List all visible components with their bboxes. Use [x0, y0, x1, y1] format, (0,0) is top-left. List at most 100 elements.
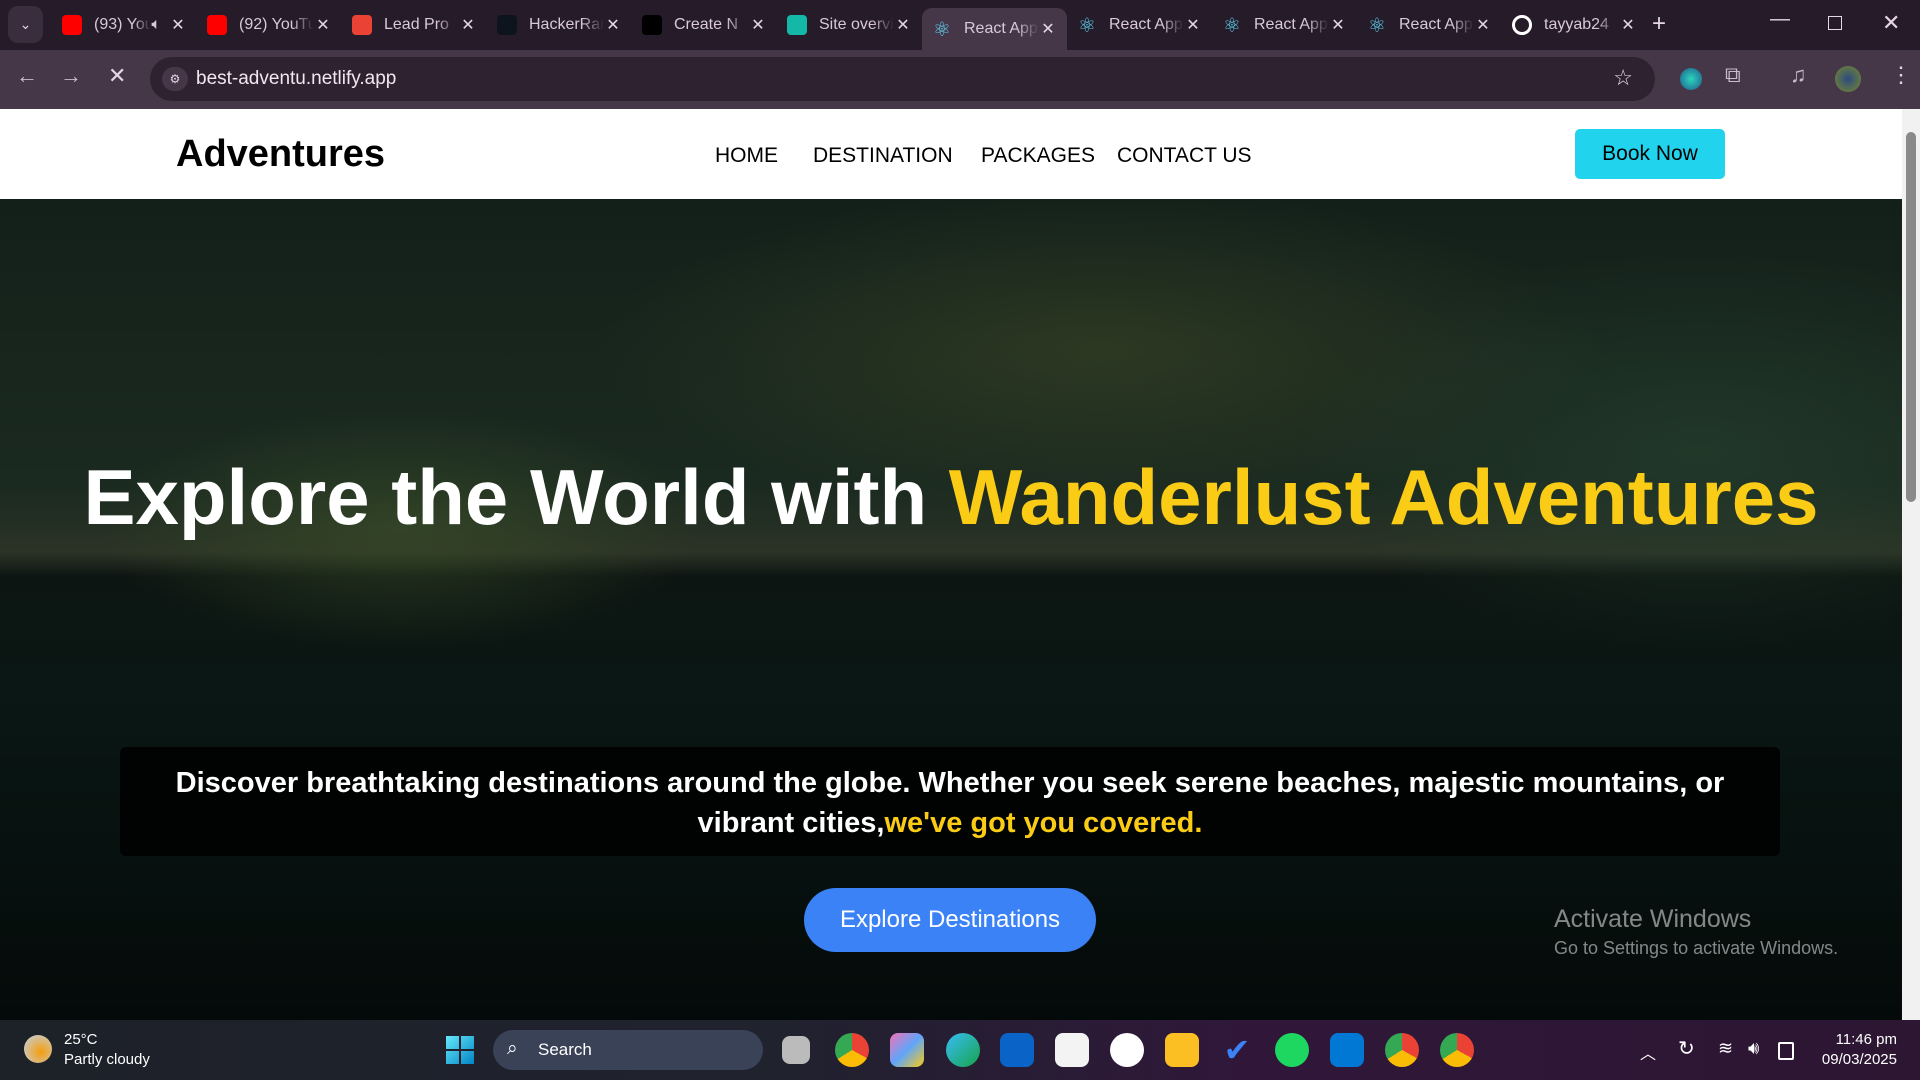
back-button[interactable]: ←	[16, 63, 38, 89]
new-tab-button[interactable]: +	[1652, 10, 1666, 38]
close-tab-icon[interactable]: ✕	[1184, 15, 1202, 35]
weather-temp: 25°C	[64, 1031, 98, 1048]
close-tab-icon[interactable]: ✕	[1329, 15, 1347, 35]
audio-playing-icon[interactable]: 🔈︎	[151, 16, 161, 34]
close-window-button[interactable]: ✕	[1882, 10, 1900, 36]
stop-loading-button[interactable]: ✕	[108, 63, 126, 89]
vscode-icon[interactable]	[1330, 1033, 1364, 1067]
react-icon: ⚛	[1223, 14, 1241, 37]
address-bar[interactable]: ⚙ best-adventu.netlify.app ☆	[150, 57, 1655, 101]
hero-headline: Explore the World with Wanderlust Advent…	[0, 458, 1902, 536]
password-app-icon[interactable]	[1110, 1033, 1144, 1067]
show-hidden-icons[interactable]: ︿	[1640, 1040, 1656, 1064]
activate-windows-watermark: Activate Windows Go to Settings to activ…	[1554, 905, 1838, 959]
restore-button[interactable]	[1828, 16, 1842, 30]
spotify-icon[interactable]	[1275, 1033, 1309, 1067]
tab-5[interactable]: Site overview✕	[777, 8, 922, 42]
site-logo[interactable]: Adventures	[176, 133, 385, 176]
tab-8[interactable]: ⚛ React App ✕	[1212, 8, 1357, 42]
headline-white: Explore the World with	[83, 453, 949, 541]
tab-3[interactable]: HackerRank✕	[487, 8, 632, 42]
youtube-icon	[207, 15, 227, 35]
headline-yellow: Wanderlust Adventures	[948, 453, 1819, 541]
forward-button[interactable]: →	[60, 63, 82, 89]
browser-menu-icon[interactable]: ⋮	[1890, 62, 1912, 88]
copilot-icon[interactable]	[890, 1033, 924, 1067]
tab-label: React App	[1399, 16, 1473, 33]
weather-icon[interactable]	[24, 1035, 52, 1063]
chrome-taskbar-icon[interactable]	[835, 1033, 869, 1067]
outlook-icon[interactable]	[1000, 1033, 1034, 1067]
tab-label: Site overview	[819, 16, 894, 33]
tab-6[interactable]: ⚛ React App ✕	[922, 8, 1067, 50]
clock-time: 11:46 pm	[1835, 1031, 1897, 1048]
media-control-icon[interactable]: ♫	[1790, 62, 1807, 88]
close-tab-icon[interactable]: ✕	[459, 15, 477, 35]
scrollbar-thumb[interactable]	[1906, 132, 1916, 502]
volume-icon[interactable]: 🔊︎	[1748, 1038, 1759, 1059]
close-tab-icon[interactable]: ✕	[1619, 15, 1637, 35]
todo-icon[interactable]: ✔	[1220, 1033, 1254, 1067]
github-icon	[1512, 15, 1532, 35]
minimize-button[interactable]: —	[1770, 8, 1790, 31]
tab-2[interactable]: Lead Pro ✕	[342, 8, 487, 42]
watermark-title: Activate Windows	[1554, 905, 1752, 933]
ms-store-icon[interactable]	[1055, 1033, 1089, 1067]
extension-icon[interactable]	[1680, 68, 1702, 90]
tab-9[interactable]: ⚛ React App ✕	[1357, 8, 1502, 42]
nav-contact-us[interactable]: CONTACT US	[1117, 144, 1252, 168]
tab-4[interactable]: Create N ✕	[632, 8, 777, 42]
tab-label: HackerRank	[529, 16, 604, 33]
bookmark-star-icon[interactable]: ☆	[1613, 65, 1633, 91]
tab-10[interactable]: tayyab24 ✕	[1502, 8, 1647, 42]
subtext-yellow: we've got you covered.	[884, 807, 1203, 839]
taskbar-search[interactable]: ⌕ Search	[493, 1030, 763, 1070]
weather-desc: Partly cloudy	[64, 1051, 150, 1068]
tab-label: (92) YouTube	[239, 16, 314, 33]
clock-date: 09/03/2025	[1821, 1051, 1897, 1068]
search-label: Search	[538, 1040, 592, 1059]
sync-icon[interactable]: ↻	[1678, 1036, 1695, 1061]
close-tab-icon[interactable]: ✕	[604, 15, 622, 35]
react-icon: ⚛	[1078, 14, 1096, 37]
web-page: Adventures HOME DESTINATION PACKAGES CON…	[0, 109, 1902, 1020]
edge-icon[interactable]	[946, 1033, 980, 1067]
netlify-icon	[787, 15, 807, 35]
book-now-button[interactable]: Book Now	[1575, 129, 1725, 179]
battery-icon[interactable]	[1778, 1042, 1794, 1060]
tab-strip: ⌄ (93) YouTube🔈︎✕(92) YouTube✕Lead Pro✕H…	[0, 0, 1920, 50]
vercel-icon	[642, 15, 662, 35]
wifi-icon[interactable]: ≋	[1718, 1038, 1733, 1059]
nav-packages[interactable]: PACKAGES	[981, 144, 1095, 168]
chrome-profile-icon[interactable]	[1385, 1033, 1419, 1067]
profile-avatar[interactable]	[1835, 66, 1861, 92]
tab-1[interactable]: (92) YouTube✕	[197, 8, 342, 42]
react-icon: ⚛	[1368, 14, 1386, 37]
extensions-puzzle-icon[interactable]: ⧉	[1725, 62, 1741, 88]
tab-label: React App	[1109, 16, 1183, 33]
tab-label: (93) YouTube	[94, 16, 152, 33]
close-tab-icon[interactable]: ✕	[169, 15, 187, 35]
tab-0[interactable]: (93) YouTube🔈︎ ✕	[52, 8, 197, 42]
nav-destination[interactable]: DESTINATION	[813, 144, 953, 168]
tab-label: Create N	[674, 16, 739, 33]
clock[interactable]: 11:46 pm 09/03/2025	[1805, 1030, 1897, 1070]
task-view-icon[interactable]	[782, 1036, 810, 1064]
close-tab-icon[interactable]: ✕	[894, 15, 912, 35]
close-tab-icon[interactable]: ✕	[1039, 19, 1057, 39]
file-explorer-icon[interactable]	[1165, 1033, 1199, 1067]
close-tab-icon[interactable]: ✕	[749, 15, 767, 35]
url-text: best-adventu.netlify.app	[196, 68, 397, 89]
site-info-icon[interactable]: ⚙	[162, 67, 188, 91]
weather-widget[interactable]: 25°C Partly cloudy	[64, 1030, 150, 1070]
nav-home[interactable]: HOME	[715, 144, 778, 168]
close-tab-icon[interactable]: ✕	[1474, 15, 1492, 35]
hero-subtext: Discover breathtaking destinations aroun…	[120, 747, 1780, 856]
close-tab-icon[interactable]: ✕	[314, 15, 332, 35]
hero-section: Explore the World with Wanderlust Advent…	[0, 199, 1902, 1020]
tab-search-button[interactable]: ⌄	[8, 6, 43, 43]
tab-7[interactable]: ⚛ React App ✕	[1067, 8, 1212, 42]
explore-destinations-button[interactable]: Explore Destinations	[804, 888, 1096, 952]
chrome-profile-t-icon[interactable]	[1440, 1033, 1474, 1067]
start-button[interactable]	[446, 1036, 474, 1064]
